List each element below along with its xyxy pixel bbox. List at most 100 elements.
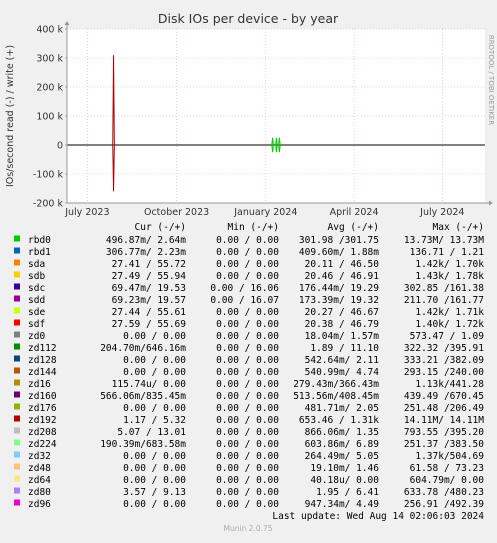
- rrdtool-watermark: RRDTOOL / TOBI OETIKER: [487, 35, 495, 125]
- legend-cur-zd64: 0.00 / 0.00: [123, 475, 186, 486]
- legend-header: Max (-/+): [433, 222, 484, 233]
- legend-min-rbd0: 0.00 / 0.00: [216, 235, 279, 246]
- y-tick-label: -200 k: [33, 199, 64, 210]
- y-tick-label: -100 k: [33, 170, 64, 181]
- legend-cur-zd144: 0.00 / 0.00: [123, 367, 186, 378]
- legend-name-sde: sde: [28, 307, 45, 318]
- legend-avg-sdc: 176.44m/ 19.29: [299, 283, 379, 294]
- chart-svg: Disk IOs per device - by year IOs/second…: [5, 11, 495, 533]
- legend-avg-sda: 20.11 / 46.50: [305, 259, 380, 270]
- y-axis-label: IOs/second read (-) / write (+): [5, 45, 16, 187]
- legend-min-zd16: 0.00 / 0.00: [216, 379, 279, 390]
- legend-swatch-sdd: [14, 295, 20, 302]
- legend-max-zd144: 293.15 /240.00: [404, 367, 484, 378]
- legend-cur-zd96: 0.00 / 0.00: [123, 499, 186, 510]
- x-tick-label: January 2024: [233, 207, 297, 218]
- legend-name-rbd1: rbd1: [28, 247, 51, 258]
- legend-max-sdc: 302.85 /161.38: [404, 283, 484, 294]
- legend-min-zd224: 0.00 / 0.00: [216, 439, 279, 450]
- legend-swatch-zd16: [14, 379, 20, 386]
- legend-max-sda: 1.42k/ 1.70k: [415, 259, 484, 270]
- legend-avg-zd176: 481.71m/ 2.05: [305, 403, 379, 414]
- legend-name-zd112: zd112: [28, 343, 57, 354]
- legend-name-zd192: zd192: [28, 415, 57, 426]
- legend-min-zd96: 0.00 / 0.00: [216, 499, 279, 510]
- legend-swatch-zd112: [14, 343, 20, 350]
- legend-swatch-zd80: [14, 487, 20, 494]
- legend-min-zd0: 0.00 / 0.00: [216, 331, 279, 342]
- y-axis-arrow: [64, 21, 70, 25]
- legend-name-zd64: zd64: [28, 475, 51, 486]
- legend-max-sdb: 1.43k/ 1.78k: [415, 271, 484, 282]
- legend-swatch-zd192: [14, 415, 20, 422]
- legend-name-sdc: sdc: [28, 283, 45, 294]
- legend-avg-zd80: 1.95 / 6.41: [316, 487, 379, 498]
- legend-max-zd32: 1.37k/504.69: [415, 451, 484, 462]
- legend-cur-zd48: 0.00 / 0.00: [123, 463, 186, 474]
- plot-area: [67, 29, 485, 203]
- y-tick-label: 300 k: [36, 54, 63, 65]
- legend-name-sdb: sdb: [28, 271, 45, 282]
- legend-cur-zd112: 204.70m/646.16m: [100, 343, 186, 354]
- legend-swatch-zd96: [14, 499, 20, 506]
- legend-header: Min (-/+): [228, 222, 279, 233]
- legend-swatch-zd160: [14, 391, 20, 398]
- legend-min-zd64: 0.00 / 0.00: [216, 475, 279, 486]
- legend-cur-zd80: 3.57 / 9.13: [123, 487, 186, 498]
- legend-avg-zd144: 540.99m/ 4.74: [305, 367, 380, 378]
- legend-cur-zd192: 1.17 / 5.32: [123, 415, 186, 426]
- legend-max-zd112: 322.32 /395.91: [404, 343, 484, 354]
- legend-min-sdc: 0.00 / 16.06: [210, 283, 279, 294]
- x-tick-label: April 2024: [330, 207, 379, 218]
- legend-swatch-sdb: [14, 271, 20, 278]
- legend-swatch-zd144: [14, 367, 20, 374]
- legend-cur-zd160: 566.06m/835.45m: [100, 391, 186, 402]
- legend-min-zd208: 0.00 / 0.00: [216, 427, 279, 438]
- legend-min-sdb: 0.00 / 0.00: [216, 271, 279, 282]
- legend-name-zd176: zd176: [28, 403, 57, 414]
- legend-name-zd16: zd16: [28, 379, 51, 390]
- y-tick-label: 0: [57, 141, 63, 152]
- munin-graph: Disk IOs per device - by year IOs/second…: [0, 0, 497, 539]
- legend-swatch-rbd1: [14, 247, 20, 254]
- legend-name-rbd0: rbd0: [28, 235, 51, 246]
- legend-cur-rbd1: 306.77m/ 2.23m: [106, 247, 186, 258]
- legend-avg-zd32: 264.49m/ 5.05: [305, 451, 379, 462]
- x-tick-label: July 2023: [64, 207, 109, 218]
- legend-swatch-zd0: [14, 331, 20, 338]
- legend-cur-zd0: 0.00 / 0.00: [123, 331, 186, 342]
- legend-swatch-zd128: [14, 355, 20, 362]
- legend-max-zd192: 14.11M/ 14.11M: [404, 415, 484, 426]
- legend-cur-rbd0: 496.87m/ 2.64m: [106, 235, 186, 246]
- legend-name-sdd: sdd: [28, 295, 45, 306]
- legend-name-sdf: sdf: [28, 319, 45, 330]
- legend-cur-zd16: 115.74u/ 0.00: [112, 379, 187, 390]
- legend-name-zd160: zd160: [28, 391, 57, 402]
- legend-header: Avg (-/+): [328, 222, 379, 233]
- legend-min-sdd: 0.00 / 16.07: [210, 295, 279, 306]
- legend-swatch-rbd0: [14, 235, 20, 242]
- legend-name-zd32: zd32: [28, 451, 51, 462]
- legend-cur-zd176: 0.00 / 0.00: [123, 403, 186, 414]
- legend-swatch-zd224: [14, 439, 20, 446]
- legend-cur-zd128: 0.00 / 0.00: [123, 355, 186, 366]
- legend-min-rbd1: 0.00 / 0.00: [216, 247, 279, 258]
- legend-name-zd208: zd208: [28, 427, 57, 438]
- legend-cur-sda: 27.41 / 55.72: [112, 259, 186, 270]
- legend-max-zd224: 251.37 /383.50: [404, 439, 484, 450]
- chart-title: Disk IOs per device - by year: [158, 11, 339, 26]
- legend-swatch-sda: [14, 259, 20, 266]
- legend-max-zd176: 251.48 /206.49: [404, 403, 484, 414]
- legend-avg-rbd0: 301.98 /301.75: [299, 235, 379, 246]
- legend-max-zd160: 439.49 /670.45: [404, 391, 484, 402]
- legend-avg-rbd1: 409.60m/ 1.88m: [299, 247, 379, 258]
- legend-name-zd144: zd144: [28, 367, 57, 378]
- legend-swatch-zd208: [14, 427, 20, 434]
- legend-max-sdd: 211.70 /161.77: [404, 295, 484, 306]
- x-tick-label: October 2023: [144, 207, 209, 218]
- legend-max-zd128: 333.21 /382.09: [404, 355, 484, 366]
- legend-min-zd48: 0.00 / 0.00: [216, 463, 279, 474]
- legend-cur-sdb: 27.49 / 55.94: [112, 271, 187, 282]
- legend-cur-sde: 27.44 / 55.61: [112, 307, 187, 318]
- legend-avg-zd48: 19.10m/ 1.46: [310, 463, 379, 474]
